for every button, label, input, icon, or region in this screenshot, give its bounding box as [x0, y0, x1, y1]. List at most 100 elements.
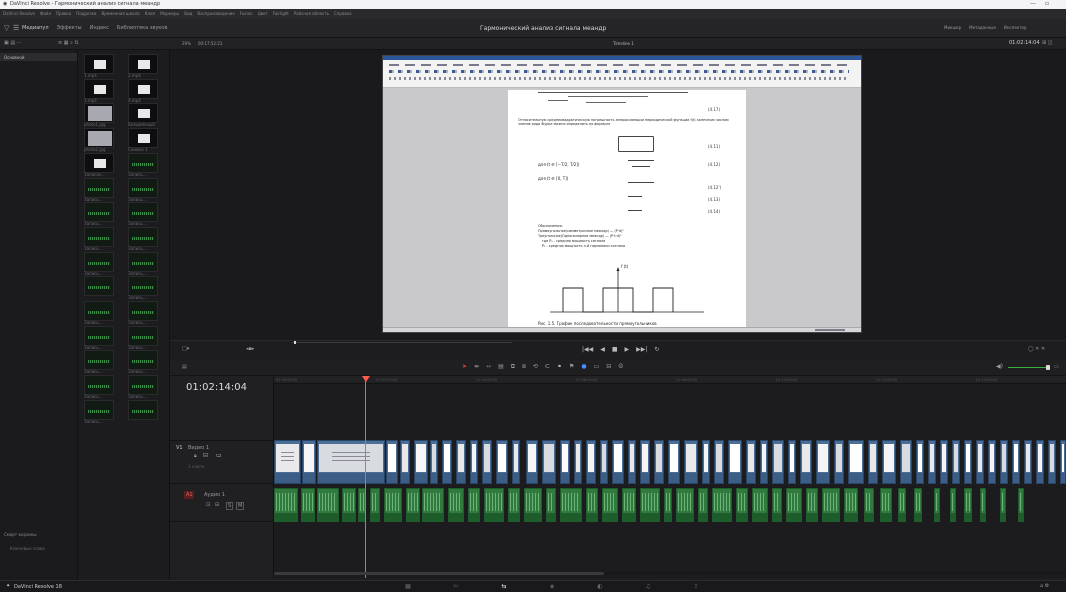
- menu-item[interactable]: Клип: [145, 11, 156, 16]
- blade-tool-icon[interactable]: ▤: [498, 363, 504, 371]
- video-clip[interactable]: [882, 440, 896, 484]
- video-clip[interactable]: [640, 440, 650, 484]
- menu-item[interactable]: Временная шкала: [101, 11, 139, 16]
- media-clip-thumbnail[interactable]: [84, 177, 114, 198]
- selection-tool-icon[interactable]: ➤: [462, 363, 467, 371]
- audio-clip[interactable]: [484, 488, 504, 522]
- video-clip[interactable]: [302, 440, 316, 484]
- audio-clip[interactable]: [736, 488, 748, 522]
- menu-item[interactable]: Воспроизведение: [197, 11, 234, 16]
- video-clip[interactable]: [988, 440, 996, 484]
- audio-clip[interactable]: [752, 488, 768, 522]
- audio-clip[interactable]: [698, 488, 708, 522]
- video-clip[interactable]: [586, 440, 596, 484]
- media-clip-thumbnail[interactable]: [84, 128, 114, 149]
- audio-clip[interactable]: [1018, 488, 1024, 522]
- video-clip[interactable]: [496, 440, 508, 484]
- video-clip[interactable]: [470, 440, 478, 484]
- audio-clip[interactable]: [640, 488, 660, 522]
- marker-icon[interactable]: ●: [581, 363, 586, 371]
- video-clip[interactable]: [1036, 440, 1044, 484]
- audio-clip[interactable]: [786, 488, 802, 522]
- audio-clip[interactable]: [914, 488, 922, 522]
- media-clip-thumbnail[interactable]: [128, 78, 158, 99]
- index-button[interactable]: Индекс: [90, 25, 109, 31]
- video-clip[interactable]: [668, 440, 680, 484]
- media-clip-thumbnail[interactable]: [84, 202, 114, 223]
- audio-clip[interactable]: [317, 488, 339, 522]
- scrubber-handle[interactable]: [294, 341, 296, 344]
- sort-icons[interactable]: ≡ ▦ ⌕ ⇅: [58, 40, 79, 46]
- video-clip[interactable]: [274, 440, 301, 484]
- audio-clip[interactable]: [448, 488, 464, 522]
- audio-clip[interactable]: [964, 488, 972, 522]
- sound-library-button[interactable]: Библиотека звуков: [117, 25, 168, 31]
- media-clip-thumbnail[interactable]: [84, 251, 114, 272]
- menu-item[interactable]: Цвет: [258, 11, 268, 16]
- stop-button[interactable]: ■: [612, 346, 618, 353]
- video-clip[interactable]: [560, 440, 570, 484]
- menu-item[interactable]: Fusion: [240, 11, 253, 16]
- media-clip-thumbnail[interactable]: [128, 177, 158, 198]
- page-fusion-icon[interactable]: ◈: [528, 583, 576, 590]
- video-clip[interactable]: [746, 440, 756, 484]
- video-clip[interactable]: [868, 440, 878, 484]
- media-clip-thumbnail[interactable]: [128, 103, 158, 124]
- volume-handle[interactable]: [1046, 365, 1050, 370]
- audio-clip[interactable]: [880, 488, 892, 522]
- audio-clip[interactable]: [422, 488, 444, 522]
- home-icon[interactable]: ⌂ ⚙: [1040, 583, 1049, 589]
- video-clip[interactable]: [800, 440, 812, 484]
- media-clip-thumbnail[interactable]: [84, 54, 114, 74]
- menu-item[interactable]: Fairlight: [273, 11, 289, 16]
- audio-clip[interactable]: [676, 488, 694, 522]
- media-clip-thumbnail[interactable]: [84, 301, 114, 321]
- timeline-name[interactable]: Timeline 1: [613, 41, 634, 46]
- media-clip-thumbnail[interactable]: [84, 226, 114, 247]
- media-clip-thumbnail[interactable]: [128, 54, 158, 74]
- video-clip[interactable]: [848, 440, 864, 484]
- video-clip[interactable]: [414, 440, 428, 484]
- insert-icon[interactable]: ⧉: [511, 363, 515, 371]
- video-clip[interactable]: [574, 440, 582, 484]
- audio-clip[interactable]: [822, 488, 840, 522]
- video-clip[interactable]: [628, 440, 636, 484]
- media-clip-thumbnail[interactable]: [84, 152, 114, 173]
- video-clip[interactable]: [526, 440, 538, 484]
- video-track-name[interactable]: Видео 1: [188, 445, 209, 451]
- audio-track-solo-button[interactable]: S: [226, 502, 234, 510]
- media-clip-thumbnail[interactable]: [84, 375, 114, 396]
- video-clip[interactable]: [456, 440, 466, 484]
- menu-item[interactable]: Подрезка: [76, 11, 96, 16]
- video-clip[interactable]: [772, 440, 784, 484]
- inspector-button[interactable]: Инспектор: [1004, 25, 1027, 30]
- scrubber-track[interactable]: [292, 342, 512, 343]
- audio-clip[interactable]: [806, 488, 818, 522]
- snapping-icon[interactable]: ⊂: [545, 363, 550, 371]
- menu-item[interactable]: Файл: [40, 11, 51, 16]
- viewer-options-icon[interactable]: ⊞ ◫: [1042, 40, 1053, 46]
- minimize-button[interactable]: —: [1030, 0, 1036, 7]
- playhead[interactable]: [365, 376, 366, 578]
- loop-button[interactable]: ↻: [654, 346, 659, 353]
- skip-back-button[interactable]: |◀◀: [582, 346, 593, 353]
- menu-item[interactable]: DaVinci Resolve: [3, 11, 35, 16]
- media-clip-thumbnail[interactable]: [84, 103, 114, 124]
- dynamic-trim-icon[interactable]: ⇿: [486, 363, 491, 371]
- video-clip[interactable]: [542, 440, 556, 484]
- media-clip-thumbnail[interactable]: [128, 128, 158, 149]
- menu-item[interactable]: Рабочая область: [294, 11, 329, 16]
- jog-icon[interactable]: ◂▪▸: [246, 346, 254, 352]
- media-clip-thumbnail[interactable]: [84, 325, 114, 346]
- media-clip-thumbnail[interactable]: [128, 399, 158, 420]
- audio-track-mute-button[interactable]: M: [236, 502, 245, 510]
- audio-clip[interactable]: [468, 488, 480, 522]
- video-clip[interactable]: [976, 440, 984, 484]
- audio-clip[interactable]: [898, 488, 906, 522]
- keywords-bin[interactable]: Ключевые слова: [10, 546, 45, 551]
- video-clip[interactable]: [714, 440, 724, 484]
- menu-item[interactable]: Правка: [56, 11, 71, 16]
- audio-clip[interactable]: [301, 488, 315, 522]
- media-clip-thumbnail[interactable]: [84, 78, 114, 99]
- video-clip[interactable]: [964, 440, 972, 484]
